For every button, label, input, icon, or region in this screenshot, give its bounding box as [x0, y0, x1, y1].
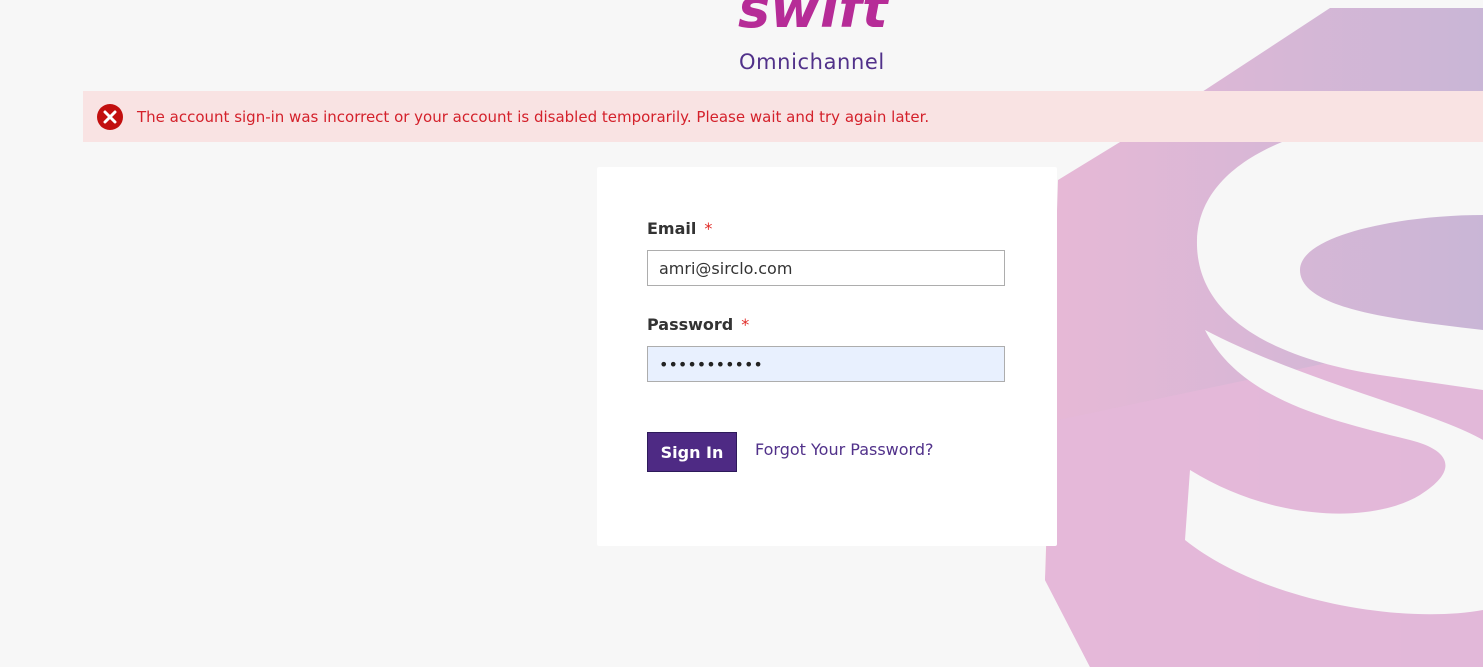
email-value: amri@sirclo.com — [659, 258, 793, 278]
login-page: swift Omnichannel The account sign-in wa… — [0, 0, 1483, 667]
forgot-password-link[interactable]: Forgot Your Password? — [755, 440, 934, 459]
email-label-text: Email — [647, 219, 697, 238]
close-circle-icon — [97, 103, 123, 130]
error-message-text: The account sign-in was incorrect or you… — [137, 107, 930, 126]
required-marker: * — [704, 219, 713, 238]
password-label: Password * — [647, 315, 749, 334]
error-message-bar: The account sign-in was incorrect or you… — [83, 91, 1483, 142]
email-label: Email * — [647, 219, 712, 238]
password-label-text: Password — [647, 315, 734, 334]
swift-omnichannel-logo: swift Omnichannel — [738, 0, 918, 78]
email-field[interactable]: amri@sirclo.com — [647, 250, 1005, 286]
logo-wordmark: swift — [738, 0, 888, 40]
login-card: Email * amri@sirclo.com Password * •••••… — [597, 167, 1057, 546]
required-marker: * — [741, 315, 750, 334]
sign-in-button[interactable]: Sign In — [647, 432, 737, 472]
logo-subtitle: Omnichannel — [739, 50, 885, 74]
password-field[interactable]: ••••••••••• — [647, 346, 1005, 382]
password-masked-value: ••••••••••• — [659, 354, 763, 374]
